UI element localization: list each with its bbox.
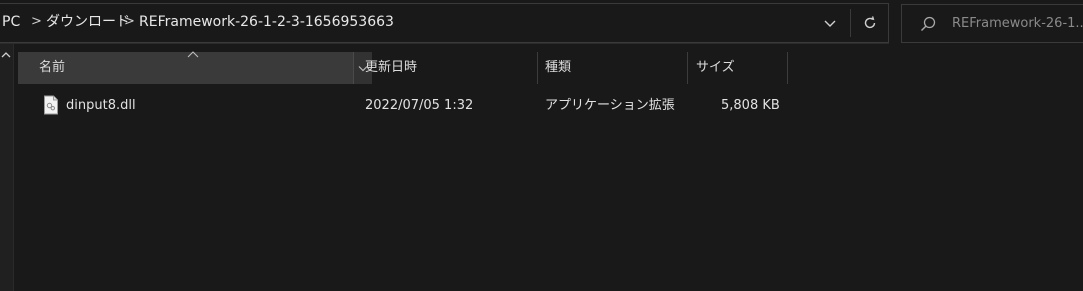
address-history-dropdown[interactable] [815, 8, 845, 38]
column-header-type[interactable]: 種類 [538, 52, 688, 84]
breadcrumb-separator[interactable]: > [124, 13, 135, 31]
column-header-name-cell[interactable]: 名前 [14, 52, 353, 84]
breadcrumb-current-folder[interactable]: REFramework-26-1-2-3-1656953663 [139, 13, 394, 31]
address-bar[interactable]: PC > ダウンロード > REFramework-26-1-2-3-16569… [0, 0, 889, 44]
breadcrumb-downloads[interactable]: ダウンロード [46, 13, 130, 31]
explorer-window: PC > ダウンロード > REFramework-26-1-2-3-16569… [0, 0, 1083, 291]
column-header-row: 名前 更新日時 種類 サイズ [14, 51, 1083, 84]
column-header-type-label: 種類 [545, 60, 572, 75]
refresh-icon [864, 16, 876, 29]
file-modified: 2022/07/05 1:32 [365, 98, 474, 113]
file-size: 5,808 KB [721, 98, 780, 113]
column-header-modified[interactable]: 更新日時 [357, 52, 537, 84]
column-header-modified-label: 更新日時 [365, 60, 418, 75]
file-list-row[interactable]: dinput8.dll 2022/07/05 1:32 アプリケーション拡張 5… [18, 92, 1068, 120]
search-box[interactable]: REFramework-26-1... [901, 4, 1083, 43]
column-header-size-label: サイズ [696, 60, 735, 75]
column-header-name-label: 名前 [39, 60, 66, 75]
scroll-up-icon [1, 52, 11, 58]
search-icon [921, 16, 936, 31]
chevron-down-icon [824, 20, 836, 27]
dll-file-icon [44, 95, 58, 115]
column-divider[interactable] [787, 52, 788, 84]
scroll-up-button[interactable] [0, 48, 12, 62]
file-name[interactable]: dinput8.dll [66, 97, 136, 115]
address-divider [850, 9, 851, 37]
left-scroll-strip [0, 44, 14, 291]
search-input[interactable]: REFramework-26-1... [952, 16, 1083, 31]
file-type: アプリケーション拡張 [545, 98, 675, 113]
breadcrumb-pc[interactable]: PC [2, 13, 20, 31]
refresh-button[interactable] [855, 8, 885, 38]
breadcrumb-separator[interactable]: > [31, 13, 42, 31]
column-header-size[interactable]: サイズ [688, 52, 788, 84]
